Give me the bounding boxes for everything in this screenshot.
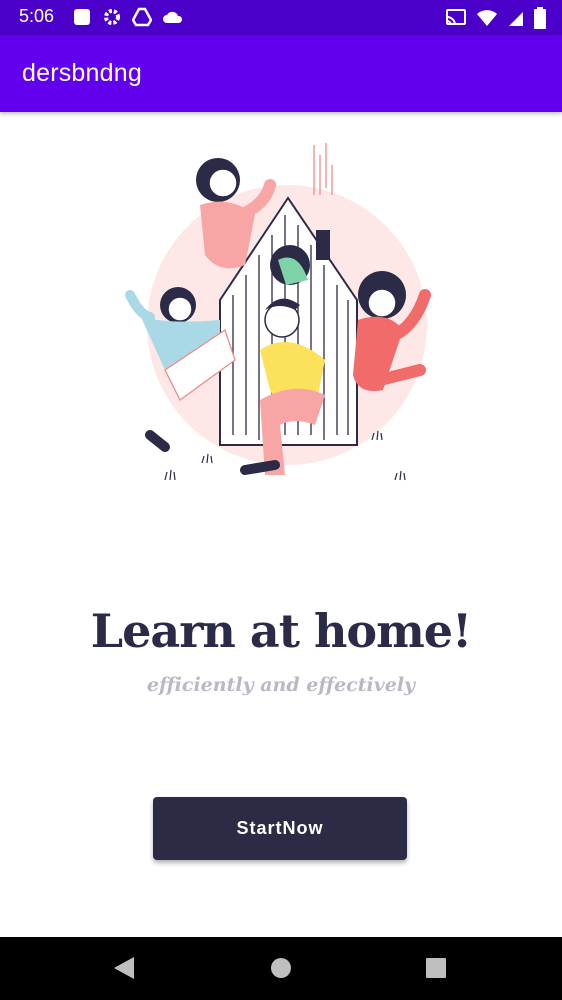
home-icon[interactable] bbox=[270, 955, 292, 981]
battery-icon bbox=[534, 7, 546, 29]
gear-icon bbox=[104, 9, 120, 25]
learn-at-home-illustration bbox=[125, 143, 431, 481]
drive-icon bbox=[132, 7, 152, 27]
status-bar: 5:06 bbox=[0, 0, 562, 35]
nav-bar bbox=[0, 937, 562, 1000]
status-left-icons bbox=[72, 7, 184, 27]
square-notification-icon bbox=[74, 9, 90, 25]
status-time: 5:06 bbox=[19, 6, 55, 26]
wifi-icon bbox=[477, 10, 497, 26]
back-icon[interactable] bbox=[112, 955, 136, 981]
app-bar: dersbndng bbox=[0, 35, 562, 112]
app-title: dersbndng bbox=[22, 59, 142, 87]
cloud-icon bbox=[163, 11, 183, 23]
subline: efficiently and effectively bbox=[146, 674, 416, 696]
signal-icon bbox=[509, 12, 523, 26]
status-right-icons bbox=[445, 7, 546, 29]
recents-icon[interactable] bbox=[426, 955, 446, 981]
cast-icon bbox=[446, 9, 466, 26]
start-now-button[interactable]: StartNow bbox=[153, 797, 407, 860]
headline: Learn at home! bbox=[90, 604, 472, 658]
